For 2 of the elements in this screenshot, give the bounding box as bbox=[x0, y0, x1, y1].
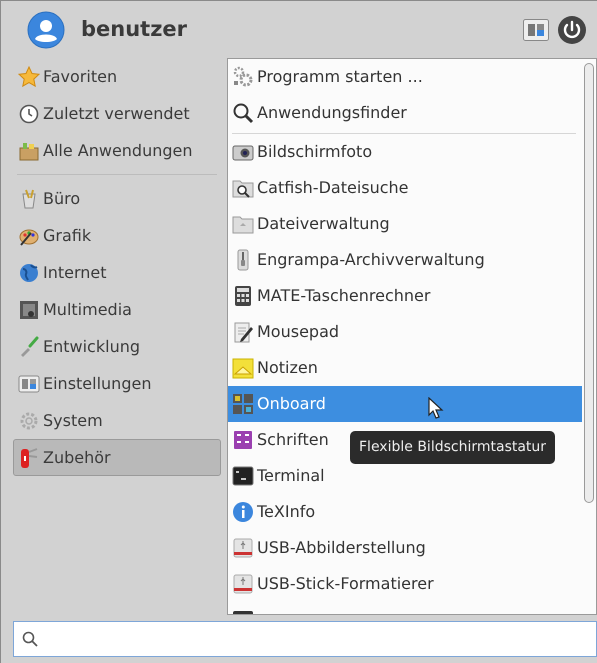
user-name: benutzer bbox=[81, 16, 188, 43]
tooltip: Flexible Bildschirmtastatur bbox=[350, 431, 556, 464]
